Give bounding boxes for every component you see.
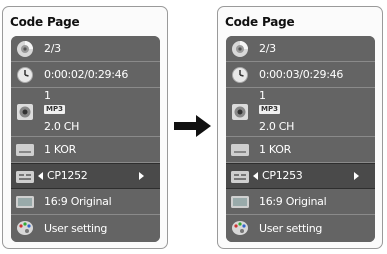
- row-picture-mode[interactable]: User setting: [11, 215, 160, 242]
- info-panel-before: Code Page 2/3 0:00:02/0:29:46 1 MP3 2.0 …: [2, 6, 168, 249]
- code-page-icon: [16, 171, 34, 183]
- panel-title: Code Page: [225, 15, 295, 29]
- row-title[interactable]: 2/3: [11, 36, 160, 62]
- code-page-value: CP1252: [47, 169, 88, 182]
- clock-icon: [232, 67, 248, 83]
- subtitle-language: 1 KOR: [44, 143, 76, 156]
- screen-icon: [16, 196, 34, 208]
- row-code-page[interactable]: CP1253: [226, 163, 375, 189]
- audio-track: 1: [44, 89, 51, 102]
- row-subtitle[interactable]: 1 KOR: [11, 137, 160, 163]
- row-picture-mode[interactable]: User setting: [226, 215, 375, 242]
- picture-mode-icon: [17, 221, 33, 235]
- clock-icon: [17, 67, 33, 83]
- row-title[interactable]: 2/3: [226, 36, 375, 62]
- speaker-icon: [232, 104, 248, 120]
- audio-format-badge: MP3: [259, 105, 280, 114]
- title-number: 2/3: [259, 42, 276, 55]
- row-time[interactable]: 0:00:02/0:29:46: [11, 62, 160, 88]
- screen-icon: [231, 196, 249, 208]
- row-audio[interactable]: 1 MP3 2.0 CH: [11, 88, 160, 137]
- row-code-page[interactable]: CP1252: [11, 163, 160, 189]
- next-code-page-arrow[interactable]: [139, 172, 144, 180]
- subtitle-language: 1 KOR: [259, 143, 291, 156]
- aspect-ratio: 16:9 Original: [44, 195, 112, 208]
- disc-icon: [17, 41, 33, 57]
- info-panel-after: Code Page 2/3 0:00:03/0:29:46 1 MP3 2.0 …: [217, 6, 383, 249]
- audio-format-badge: MP3: [44, 105, 65, 114]
- panel-title: Code Page: [10, 15, 80, 29]
- audio-channels: 2.0 CH: [44, 120, 80, 133]
- picture-mode: User setting: [44, 222, 108, 235]
- right-arrow-icon: [174, 115, 211, 137]
- next-code-page-arrow[interactable]: [354, 172, 359, 180]
- code-page-value: CP1253: [262, 169, 303, 182]
- previous-code-page-arrow[interactable]: [38, 172, 43, 180]
- picture-mode: User setting: [259, 222, 323, 235]
- code-page-icon: [231, 171, 249, 183]
- playback-time: 0:00:03/0:29:46: [259, 68, 344, 81]
- row-aspect[interactable]: 16:9 Original: [226, 189, 375, 215]
- title-number: 2/3: [44, 42, 61, 55]
- subtitle-icon: [16, 144, 34, 156]
- audio-track: 1: [259, 89, 266, 102]
- previous-code-page-arrow[interactable]: [253, 172, 258, 180]
- aspect-ratio: 16:9 Original: [259, 195, 327, 208]
- picture-mode-icon: [232, 221, 248, 235]
- subtitle-icon: [231, 144, 249, 156]
- row-audio[interactable]: 1 MP3 2.0 CH: [226, 88, 375, 137]
- settings-list: 2/3 0:00:03/0:29:46 1 MP3 2.0 CH 1 KOR C…: [226, 36, 375, 242]
- settings-list: 2/3 0:00:02/0:29:46 1 MP3 2.0 CH 1 KOR C…: [11, 36, 160, 242]
- row-subtitle[interactable]: 1 KOR: [226, 137, 375, 163]
- playback-time: 0:00:02/0:29:46: [44, 68, 129, 81]
- row-aspect[interactable]: 16:9 Original: [11, 189, 160, 215]
- disc-icon: [232, 41, 248, 57]
- audio-channels: 2.0 CH: [259, 120, 295, 133]
- row-time[interactable]: 0:00:03/0:29:46: [226, 62, 375, 88]
- speaker-icon: [17, 104, 33, 120]
